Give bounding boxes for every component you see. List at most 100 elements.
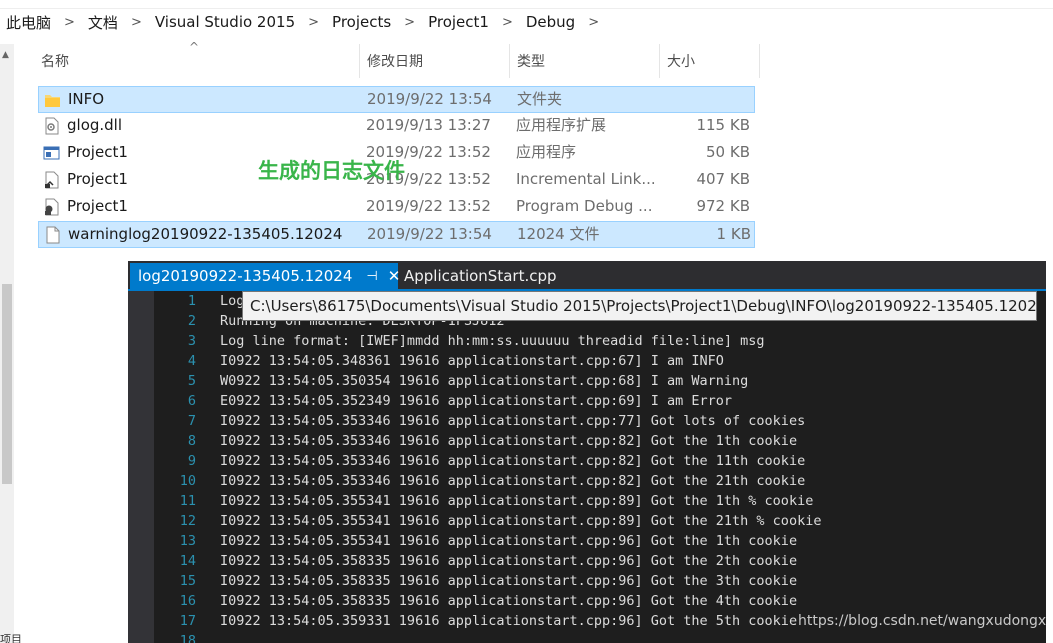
code-line[interactable]: 14 I0922 13:54:05.358335 19616 applicatio… [154,551,1046,571]
code-line[interactable]: 16 I0922 13:54:05.358335 19616 applicatio… [154,591,1046,611]
file-type: Incremental Link... [516,170,656,188]
code-editor[interactable]: 1Log file created at: 2019/09/22 13:54:0… [154,291,1046,643]
file-row-info-folder[interactable]: INFO 2019/9/22 13:54 文件夹 [38,86,755,113]
file-size: 50 KB [706,143,750,161]
line-number: 15 [179,573,196,589]
line-number: 13 [179,533,196,549]
breadcrumb-item-visual-studio[interactable]: Visual Studio 2015 [151,13,299,31]
line-text: I0922 13:54:05.358335 19616 applications… [220,593,798,609]
file-name: glog.dll [67,116,123,134]
chevron-right-icon[interactable]: > [122,15,151,30]
column-header-type[interactable]: 类型 [509,44,659,78]
line-number: 7 [187,413,196,429]
chevron-right-icon[interactable]: > [55,15,84,30]
line-number: 16 [179,593,196,609]
code-line[interactable]: 3 Log line format: [IWEF]mmdd hh:mm:ss.uu… [154,331,1046,351]
file-size: 115 KB [696,116,750,134]
file-size: 407 KB [696,170,750,188]
line-text: W0922 13:54:05.350354 19616 applications… [220,373,749,389]
file-name: Project1 [67,197,128,215]
line-text: I0922 13:54:05.355341 19616 applications… [220,513,822,529]
line-number: 4 [187,353,196,369]
text-file-icon [46,226,60,244]
column-divider[interactable] [759,44,760,78]
line-text: I0922 13:54:05.358335 19616 applications… [220,573,798,589]
chevron-right-icon[interactable]: > [299,15,328,30]
chevron-right-icon[interactable]: > [493,15,522,30]
pin-icon[interactable]: ⊣ [366,269,377,284]
file-size: 1 KB [716,225,751,243]
line-number: 5 [187,373,196,389]
watermark: https://blog.csdn.net/wangxudongx [798,613,1047,629]
tab-applicationstart-cpp[interactable]: ApplicationStart.cpp [398,263,568,289]
annotation-label: 生成的日志文件 [258,159,405,183]
file-date: 2019/9/22 13:54 [367,225,492,243]
line-number: 1 [187,293,196,309]
file-name: Project1 [67,143,128,161]
breadcrumb[interactable]: 此电脑 > 文档 > Visual Studio 2015 > Projects… [0,0,1053,44]
line-number: 6 [187,393,196,409]
chevron-right-icon[interactable]: > [395,15,424,30]
code-line[interactable]: 6 E0922 13:54:05.352349 19616 application… [154,391,1046,411]
dll-file-icon [45,117,59,135]
file-date: 2019/9/22 13:54 [367,90,492,108]
file-name: Project1 [67,170,128,188]
code-line[interactable]: 8 I0922 13:54:05.353346 19616 application… [154,431,1046,451]
folder-icon [45,95,60,107]
chevron-right-icon[interactable]: > [579,15,608,30]
breadcrumb-item-documents[interactable]: 文档 [84,12,122,33]
breadcrumb-item-this-pc[interactable]: 此电脑 [2,12,55,33]
tab-log-file[interactable]: log20190922-135405.12024 ⊣ ✕ [130,263,400,289]
code-line[interactable]: 11 I0922 13:54:05.355341 19616 applicatio… [154,491,1046,511]
line-text: I0922 13:54:05.358335 19616 applications… [220,553,798,569]
line-number: 3 [187,333,196,349]
line-number: 18 [179,633,196,643]
file-type: 文件夹 [517,90,563,108]
ilk-file-icon [45,171,59,189]
column-header-size[interactable]: 大小 [659,44,759,78]
exe-file-icon [43,146,60,160]
line-number: 9 [187,453,196,469]
file-type: 应用程序 [516,143,577,161]
code-line[interactable]: 9 I0922 13:54:05.353346 19616 application… [154,451,1046,471]
breadcrumb-item-projects[interactable]: Projects [328,13,395,31]
line-number: 14 [179,553,196,569]
code-line[interactable]: 18 [154,631,1046,643]
line-number: 17 [179,613,196,629]
file-row-warninglog[interactable]: warninglog20190922-135405.12024 2019/9/2… [38,221,755,248]
file-type: 12024 文件 [517,225,600,243]
line-text: I0922 13:54:05.348361 19616 applications… [220,353,724,369]
line-text: I0922 13:54:05.355341 19616 applications… [220,533,798,549]
code-line[interactable]: 4 I0922 13:54:05.348361 19616 application… [154,351,1046,371]
code-line[interactable]: 12 I0922 13:54:05.355341 19616 applicatio… [154,511,1046,531]
navigation-pane-scrollbar[interactable]: ▲ [0,44,14,643]
line-number: 2 [187,313,196,329]
line-text: Log line format: [IWEF]mmdd hh:mm:ss.uuu… [220,333,765,349]
code-line[interactable]: 10 I0922 13:54:05.353346 19616 applicatio… [154,471,1046,491]
line-text: I0922 13:54:05.353346 19616 applications… [220,433,798,449]
file-row-project1-pdb[interactable]: Project1 2019/9/22 13:52 Program Debug .… [38,194,755,221]
code-line[interactable]: 7 I0922 13:54:05.353346 19616 application… [154,411,1046,431]
column-header-date[interactable]: 修改日期 [359,44,509,78]
scrollbar-thumb[interactable] [2,284,12,484]
scroll-up-arrow-icon[interactable]: ▲ [2,50,9,60]
file-name: warninglog20190922-135405.12024 [68,225,343,243]
code-line[interactable]: 13 I0922 13:54:05.355341 19616 applicatio… [154,531,1046,551]
file-date: 2019/9/13 13:27 [366,116,491,134]
file-name: INFO [68,90,105,108]
document-tab-bar: log20190922-135405.12024 ⊣ ✕ Application… [128,261,1046,289]
file-row-glog-dll[interactable]: glog.dll 2019/9/13 13:27 应用程序扩展 115 KB [38,113,755,140]
file-path-tooltip: C:\Users\86175\Documents\Visual Studio 2… [242,291,1037,321]
breadcrumb-item-project1[interactable]: Project1 [424,13,493,31]
line-text: I0922 13:54:05.355341 19616 applications… [220,493,814,509]
code-line[interactable]: 5 W0922 13:54:05.350354 19616 application… [154,371,1046,391]
line-text: E0922 13:54:05.352349 19616 applications… [220,393,733,409]
code-line[interactable]: 15 I0922 13:54:05.358335 19616 applicatio… [154,571,1046,591]
navigation-pane-item[interactable]: 项目 [0,631,22,643]
tab-label: log20190922-135405.12024 [138,267,353,285]
line-number: 12 [179,513,196,529]
line-number: 8 [187,433,196,449]
breadcrumb-item-debug[interactable]: Debug [522,13,579,31]
line-text: I0922 13:54:05.359331 19616 applications… [220,613,798,629]
line-text: I0922 13:54:05.353346 19616 applications… [220,453,806,469]
